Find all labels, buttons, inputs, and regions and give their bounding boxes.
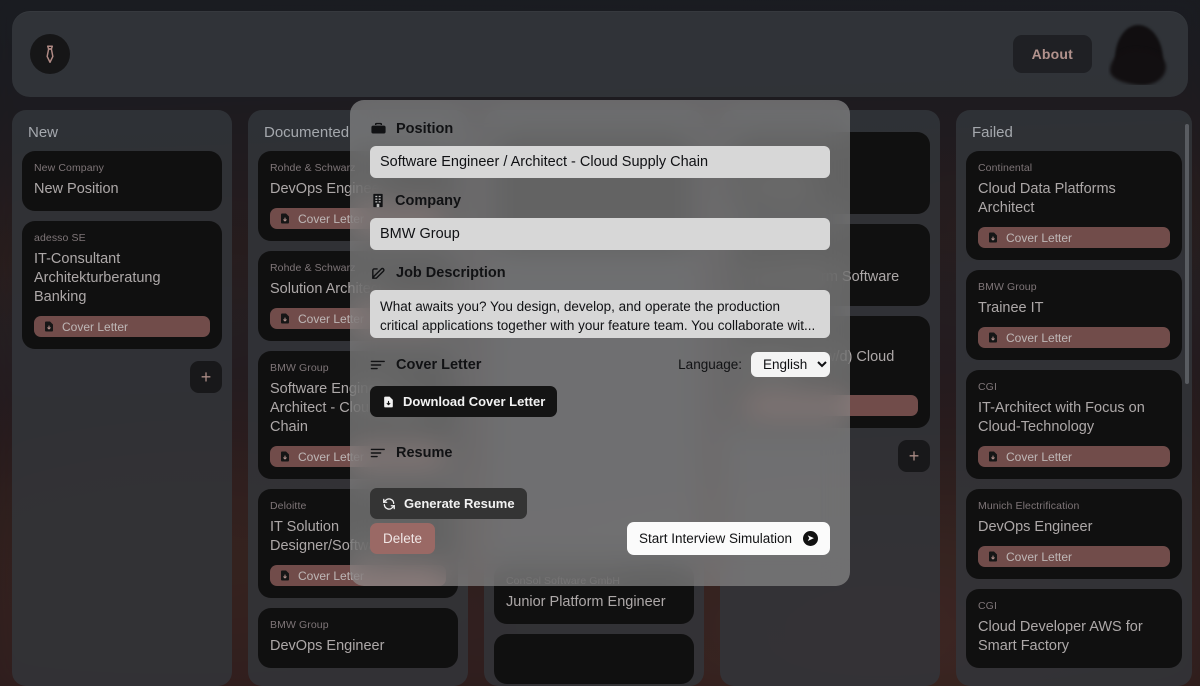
language-label: Language: [678, 357, 742, 372]
cover-letter-label-text: Cover Letter [396, 356, 482, 373]
align-left-icon [370, 358, 387, 372]
arrow-right-circle-icon: ➤ [803, 531, 818, 546]
download-cover-letter-label: Download Cover Letter [403, 394, 546, 409]
cover-letter-section-header: Cover Letter Language: English [370, 352, 830, 377]
refresh-icon [382, 497, 396, 511]
generate-resume-label: Generate Resume [404, 496, 515, 511]
resume-label-text: Resume [396, 445, 453, 461]
language-control: Language: English [678, 352, 830, 377]
resume-label: Resume [370, 445, 830, 461]
generate-resume-button[interactable]: Generate Resume [370, 488, 527, 519]
file-download-icon [382, 395, 395, 409]
briefcase-icon [370, 120, 387, 137]
cover-letter-label: Cover Letter [370, 357, 481, 373]
start-interview-simulation-button[interactable]: Start Interview Simulation ➤ [626, 522, 830, 555]
job-description-textarea[interactable]: What awaits you? You design, develop, an… [370, 290, 830, 338]
job-detail-modal: Position Company Job Description What a [350, 100, 850, 586]
align-left-icon [370, 446, 387, 460]
job-description-field-label: Job Description [370, 264, 830, 281]
download-cover-letter-button[interactable]: Download Cover Letter [370, 386, 558, 417]
pencil-edit-icon [370, 264, 387, 281]
company-label-text: Company [395, 192, 462, 209]
building-icon [370, 192, 386, 209]
modal-footer: Delete Start Interview Simulation ➤ [370, 522, 830, 555]
start-interview-label: Start Interview Simulation [638, 531, 792, 546]
position-input[interactable] [370, 146, 830, 178]
app-root: About New New Company New Position adess… [0, 0, 1200, 686]
language-select[interactable]: English [751, 352, 830, 377]
position-label-text: Position [396, 120, 454, 137]
position-field-label: Position [370, 120, 830, 137]
company-input[interactable] [370, 218, 830, 250]
company-field-label: Company [370, 192, 830, 209]
delete-button[interactable]: Delete [370, 523, 436, 554]
job-description-label-text: Job Description [396, 264, 506, 281]
